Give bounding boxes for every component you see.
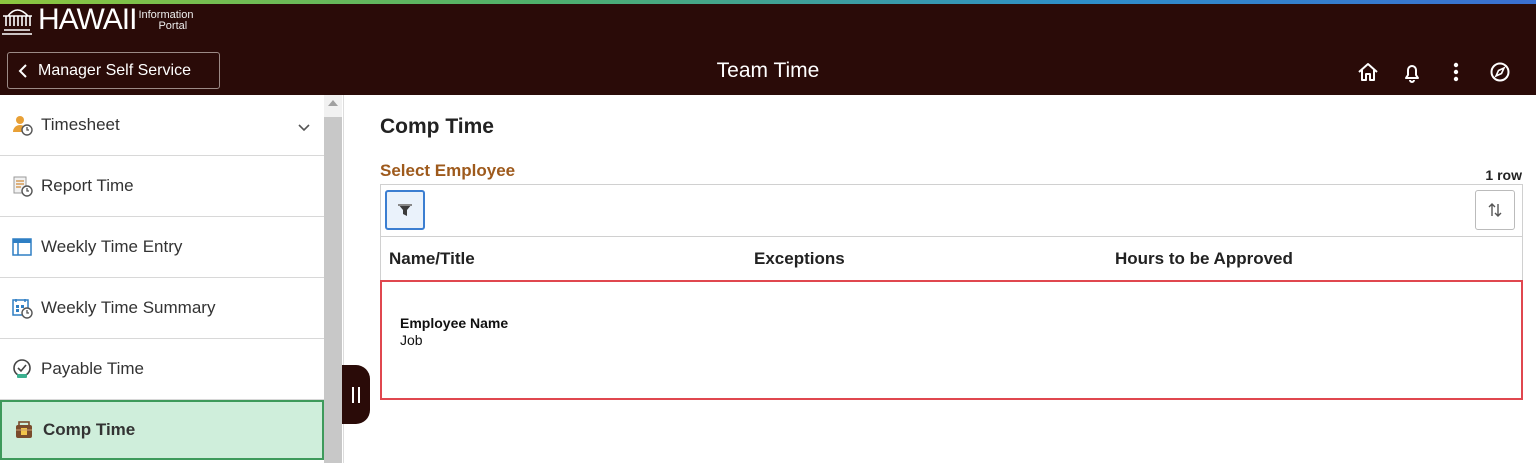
scroll-up-arrow-icon[interactable]	[328, 100, 338, 106]
row-count: 1 row	[1485, 167, 1522, 183]
home-icon[interactable]	[1346, 54, 1390, 90]
table-row[interactable]: Employee Name Job	[380, 280, 1523, 400]
compass-icon[interactable]	[1478, 54, 1522, 90]
sidebar-item-label: Weekly Time Summary	[41, 298, 216, 317]
more-vertical-icon[interactable]	[1434, 54, 1478, 90]
filter-icon	[398, 204, 412, 216]
column-header-hours-to-approve[interactable]: Hours to be Approved	[1115, 249, 1293, 269]
capitol-logo-icon	[2, 9, 32, 35]
main-content: Comp Time Select Employee 1 row Name/Tit…	[380, 95, 1536, 463]
pause-bars-icon	[352, 386, 360, 403]
sidebar-item-payable-time[interactable]: Payable Time	[0, 339, 324, 400]
logo-sub-line2: Portal	[158, 20, 188, 32]
sidebar-item-timesheet[interactable]: Timesheet	[0, 95, 324, 156]
sidebar-item-weekly-time-summary[interactable]: Weekly Time Summary	[0, 278, 324, 339]
sidebar-item-report-time[interactable]: Report Time	[0, 156, 324, 217]
sort-button[interactable]	[1475, 190, 1515, 230]
column-header-exceptions[interactable]: Exceptions	[754, 249, 845, 269]
sidebar-item-label: Timesheet	[41, 115, 120, 134]
filter-button[interactable]	[385, 190, 425, 230]
logo-subtitle: Information Portal	[138, 10, 193, 32]
sidebar-item-label: Report Time	[41, 176, 134, 195]
bell-icon[interactable]	[1390, 54, 1434, 90]
weekly-entry-icon	[10, 235, 34, 259]
header-actions	[1346, 54, 1522, 90]
sidebar-item-label: Comp Time	[43, 420, 136, 439]
chevron-down-icon[interactable]	[298, 117, 310, 137]
column-header-name-title[interactable]: Name/Title	[389, 249, 475, 269]
sidebar-item-label: Weekly Time Entry	[41, 237, 183, 256]
page-header-title: Team Time	[716, 59, 820, 82]
sidebar-scroll-thumb[interactable]	[324, 117, 342, 463]
sidebar-item-label: Payable Time	[41, 359, 144, 378]
sidebar-collapse-handle[interactable]	[342, 365, 370, 424]
employee-name: Employee Name	[400, 315, 509, 331]
employee-job: Job	[400, 332, 423, 348]
page-title: Comp Time	[380, 115, 494, 138]
calendar-clock-icon	[10, 296, 34, 320]
sidebar-list: Timesheet Report Time Weekly Time Entry …	[0, 95, 324, 460]
sidebar-nav: Timesheet Report Time Weekly Time Entry …	[0, 95, 344, 463]
app-header: HAWAII Information Portal Manager Self S…	[0, 3, 1536, 95]
logo-wordmark: HAWAII	[38, 3, 137, 36]
sort-icon	[1488, 203, 1502, 217]
sidebar-item-comp-time[interactable]: Comp Time	[0, 400, 324, 460]
comp-time-icon	[12, 418, 36, 442]
grid-column-headers: Name/Title Exceptions Hours to be Approv…	[381, 237, 1522, 281]
payable-time-icon	[10, 357, 34, 381]
employee-grid: Name/Title Exceptions Hours to be Approv…	[380, 184, 1523, 282]
sidebar-item-weekly-time-entry[interactable]: Weekly Time Entry	[0, 217, 324, 278]
hawaii-logo[interactable]: HAWAII Information Portal	[0, 3, 193, 44]
timesheet-icon	[10, 113, 34, 137]
report-time-icon	[10, 174, 34, 198]
section-title: Select Employee	[380, 161, 516, 180]
grid-toolbar	[381, 185, 1522, 237]
